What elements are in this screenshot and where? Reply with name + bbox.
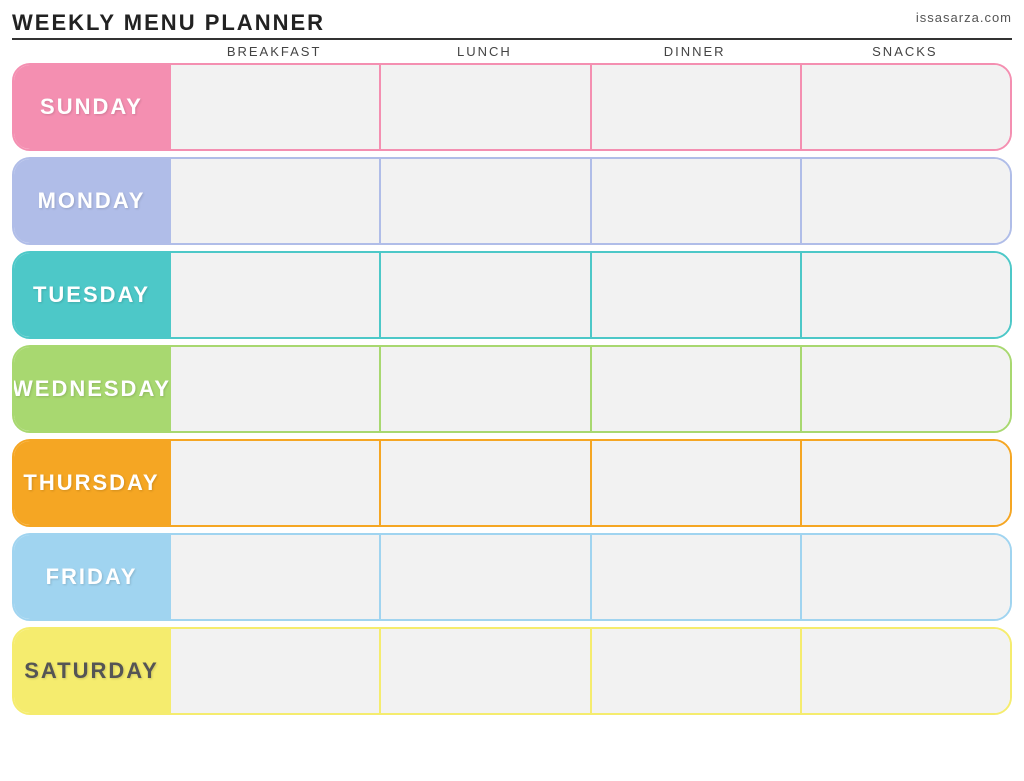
input-sunday-lunch[interactable] <box>381 65 589 149</box>
cell-friday-dinner[interactable] <box>590 535 800 619</box>
cell-monday-snacks[interactable] <box>800 159 1010 243</box>
cell-saturday-dinner[interactable] <box>590 629 800 713</box>
cell-wednesday-lunch[interactable] <box>379 347 589 431</box>
cell-sunday-snacks[interactable] <box>800 65 1010 149</box>
cell-tuesday-dinner[interactable] <box>590 253 800 337</box>
input-monday-lunch[interactable] <box>381 159 589 243</box>
input-saturday-breakfast[interactable] <box>171 629 379 713</box>
cell-wednesday-snacks[interactable] <box>800 347 1010 431</box>
day-row-thursday: Thursday <box>12 439 1012 527</box>
day-row-sunday: Sunday <box>12 63 1012 151</box>
day-row-tuesday: Tuesday <box>12 251 1012 339</box>
day-label-sunday: Sunday <box>14 65 169 149</box>
day-row-monday: Monday <box>12 157 1012 245</box>
input-saturday-dinner[interactable] <box>592 629 800 713</box>
day-row-wednesday: Wednesday <box>12 345 1012 433</box>
input-sunday-dinner[interactable] <box>592 65 800 149</box>
col-lunch: Lunch <box>379 44 589 59</box>
input-thursday-breakfast[interactable] <box>171 441 379 525</box>
input-saturday-snacks[interactable] <box>802 629 1010 713</box>
cell-tuesday-breakfast[interactable] <box>169 253 379 337</box>
cell-sunday-breakfast[interactable] <box>169 65 379 149</box>
page-title: Weekly Menu Planner <box>12 10 325 36</box>
input-friday-snacks[interactable] <box>802 535 1010 619</box>
input-tuesday-breakfast[interactable] <box>171 253 379 337</box>
cell-monday-lunch[interactable] <box>379 159 589 243</box>
cell-thursday-breakfast[interactable] <box>169 441 379 525</box>
day-label-monday: Monday <box>14 159 169 243</box>
cell-friday-breakfast[interactable] <box>169 535 379 619</box>
col-breakfast: Breakfast <box>169 44 379 59</box>
cell-sunday-lunch[interactable] <box>379 65 589 149</box>
cell-monday-dinner[interactable] <box>590 159 800 243</box>
page-header: Weekly Menu Planner issasarza.com <box>12 10 1012 36</box>
input-sunday-breakfast[interactable] <box>171 65 379 149</box>
cell-wednesday-dinner[interactable] <box>590 347 800 431</box>
cell-monday-breakfast[interactable] <box>169 159 379 243</box>
cell-saturday-lunch[interactable] <box>379 629 589 713</box>
input-tuesday-snacks[interactable] <box>802 253 1010 337</box>
input-monday-snacks[interactable] <box>802 159 1010 243</box>
cell-thursday-lunch[interactable] <box>379 441 589 525</box>
input-thursday-dinner[interactable] <box>592 441 800 525</box>
col-snacks: Snacks <box>800 44 1010 59</box>
cell-thursday-snacks[interactable] <box>800 441 1010 525</box>
day-label-thursday: Thursday <box>14 441 169 525</box>
col-dinner: Dinner <box>590 44 800 59</box>
day-label-tuesday: Tuesday <box>14 253 169 337</box>
cell-friday-snacks[interactable] <box>800 535 1010 619</box>
col-empty <box>14 44 169 59</box>
input-thursday-snacks[interactable] <box>802 441 1010 525</box>
cell-thursday-dinner[interactable] <box>590 441 800 525</box>
day-row-saturday: Saturday <box>12 627 1012 715</box>
input-monday-dinner[interactable] <box>592 159 800 243</box>
input-friday-dinner[interactable] <box>592 535 800 619</box>
planner-rows: Sunday Monday Tuesday Wednesday Thursday Frid… <box>12 63 1012 715</box>
day-row-friday: Friday <box>12 533 1012 621</box>
day-label-saturday: Saturday <box>14 629 169 713</box>
cell-tuesday-lunch[interactable] <box>379 253 589 337</box>
day-label-wednesday: Wednesday <box>14 347 169 431</box>
input-thursday-lunch[interactable] <box>381 441 589 525</box>
cell-sunday-dinner[interactable] <box>590 65 800 149</box>
input-sunday-snacks[interactable] <box>802 65 1010 149</box>
day-label-friday: Friday <box>14 535 169 619</box>
input-wednesday-breakfast[interactable] <box>171 347 379 431</box>
input-tuesday-lunch[interactable] <box>381 253 589 337</box>
cell-friday-lunch[interactable] <box>379 535 589 619</box>
header-divider <box>12 38 1012 40</box>
cell-saturday-breakfast[interactable] <box>169 629 379 713</box>
input-monday-breakfast[interactable] <box>171 159 379 243</box>
cell-saturday-snacks[interactable] <box>800 629 1010 713</box>
input-friday-lunch[interactable] <box>381 535 589 619</box>
column-headers: Breakfast Lunch Dinner Snacks <box>12 44 1012 59</box>
input-saturday-lunch[interactable] <box>381 629 589 713</box>
input-friday-breakfast[interactable] <box>171 535 379 619</box>
input-tuesday-dinner[interactable] <box>592 253 800 337</box>
cell-tuesday-snacks[interactable] <box>800 253 1010 337</box>
site-url: issasarza.com <box>916 10 1012 25</box>
input-wednesday-dinner[interactable] <box>592 347 800 431</box>
cell-wednesday-breakfast[interactable] <box>169 347 379 431</box>
input-wednesday-snacks[interactable] <box>802 347 1010 431</box>
input-wednesday-lunch[interactable] <box>381 347 589 431</box>
